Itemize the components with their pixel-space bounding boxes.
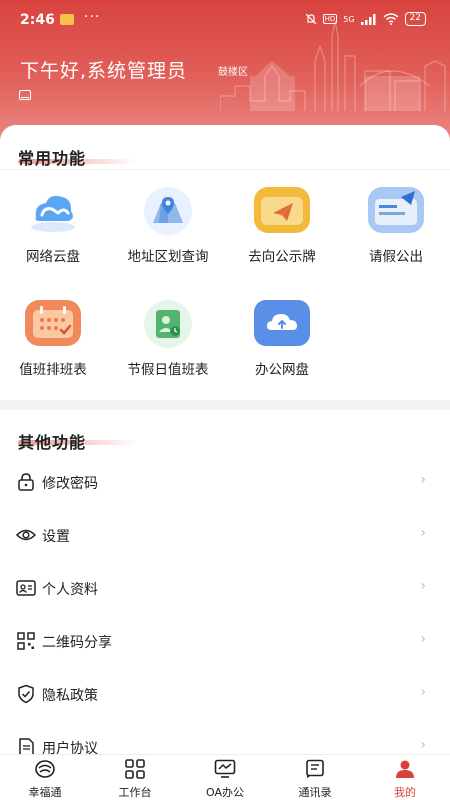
section-title-common: 常用功能 (18, 149, 87, 168)
feature-label: 节假日值班表 (127, 362, 209, 378)
calendar-icon (25, 300, 81, 346)
menu-item-profile[interactable]: 个人资料 › (0, 562, 450, 615)
section-title-other: 其他功能 (18, 433, 87, 452)
chevron-right-icon: › (420, 525, 426, 541)
wifi-icon (383, 13, 399, 25)
bottom-tab-bar: 幸福通 工作台 OA办公 通讯录 我的 (0, 754, 450, 800)
menu-item-label: 隐私政策 (42, 688, 98, 704)
menu-item-label: 设置 (42, 529, 70, 545)
menu-item-privacy-policy[interactable]: 隐私政策 › (0, 668, 450, 721)
tab-mine[interactable]: 我的 (360, 759, 450, 800)
divider (0, 169, 450, 170)
status-bar: 2:46 ··· HD 5G 22 (0, 8, 450, 32)
menu-item-label: 二维码分享 (42, 635, 112, 651)
status-time: 2:46 (20, 12, 55, 28)
cloud-upload-icon (254, 300, 310, 346)
tab-label: 我的 (394, 786, 416, 799)
monitor-icon (214, 759, 236, 778)
shield-check-icon (18, 684, 34, 704)
qr-code-icon (17, 632, 35, 650)
tab-label: 工作台 (118, 786, 152, 799)
menu-item-qr-share[interactable]: 二维码分享 › (0, 615, 450, 668)
map-pin-icon (144, 187, 192, 235)
holiday-duty-icon (144, 300, 192, 348)
tab-label: OA办公 (206, 786, 244, 799)
feature-duty-schedule[interactable]: 值班排班表 (0, 300, 109, 378)
cloud-drive-icon (31, 195, 75, 232)
tab-label: 幸福通 (28, 786, 62, 799)
chevron-right-icon: › (420, 631, 426, 647)
id-card-icon (16, 580, 36, 596)
feature-address-query[interactable]: 地址区划查询 (112, 187, 224, 265)
common-functions-card: 常用功能 网络云盘 地址区划查询 去向公示牌 请假公出 值班排班表 节假日值班表… (0, 125, 450, 400)
feature-label: 请假公出 (369, 249, 423, 265)
feature-label: 值班排班表 (19, 362, 87, 378)
feature-label: 地址区划查询 (127, 249, 209, 265)
feature-cloud-drive[interactable]: 网络云盘 (0, 187, 109, 265)
tab-workbench[interactable]: 工作台 (90, 759, 180, 800)
feature-whereabouts-board[interactable]: 去向公示牌 (226, 187, 338, 265)
tab-happiness[interactable]: 幸福通 (0, 759, 90, 800)
district-label[interactable]: 鼓楼区 (218, 63, 248, 78)
contacts-icon (306, 759, 324, 778)
leave-form-icon (368, 187, 424, 233)
chevron-right-icon: › (420, 737, 426, 753)
notification-app-icon (60, 14, 74, 25)
happiness-icon (35, 760, 55, 778)
chevron-right-icon: › (420, 578, 426, 594)
battery-indicator: 22 (404, 12, 426, 26)
tab-contacts[interactable]: 通讯录 (270, 759, 360, 800)
feature-label: 网络云盘 (26, 249, 80, 265)
feature-label: 去向公示牌 (248, 249, 316, 265)
chevron-right-icon: › (420, 472, 426, 488)
mute-icon (305, 13, 317, 25)
signal-icon (360, 13, 376, 25)
network-type-label: 5G (343, 14, 355, 24)
hd-icon: HD (322, 14, 338, 24)
tab-oa-office[interactable]: OA办公 (180, 759, 270, 800)
paper-plane-icon (254, 187, 310, 233)
status-icons: HD 5G 22 (305, 12, 426, 26)
chevron-right-icon: › (420, 684, 426, 700)
menu-item-change-password[interactable]: 修改密码 › (0, 456, 450, 509)
feature-office-drive[interactable]: 办公网盘 (226, 300, 338, 378)
lock-icon (18, 473, 34, 491)
menu-item-settings[interactable]: 设置 › (0, 509, 450, 562)
feature-leave-request[interactable]: 请假公出 (340, 187, 450, 265)
other-functions-card: 其他功能 修改密码 › 设置 › 个人资料 › 二维码分享 › 隐私政策 › 用… (0, 410, 450, 757)
feature-holiday-duty[interactable]: 节假日值班表 (112, 300, 224, 378)
eye-icon (16, 529, 36, 541)
menu-item-label: 修改密码 (42, 476, 98, 492)
menu-item-label: 个人资料 (42, 582, 98, 598)
feature-label: 办公网盘 (255, 362, 309, 378)
status-more-icon: ··· (84, 9, 101, 25)
window-icon[interactable] (19, 90, 31, 100)
grid-icon (125, 759, 145, 779)
user-icon (396, 760, 414, 778)
tab-label: 通讯录 (298, 786, 332, 799)
greeting-text: 下午好,系统管理员 (20, 60, 188, 82)
